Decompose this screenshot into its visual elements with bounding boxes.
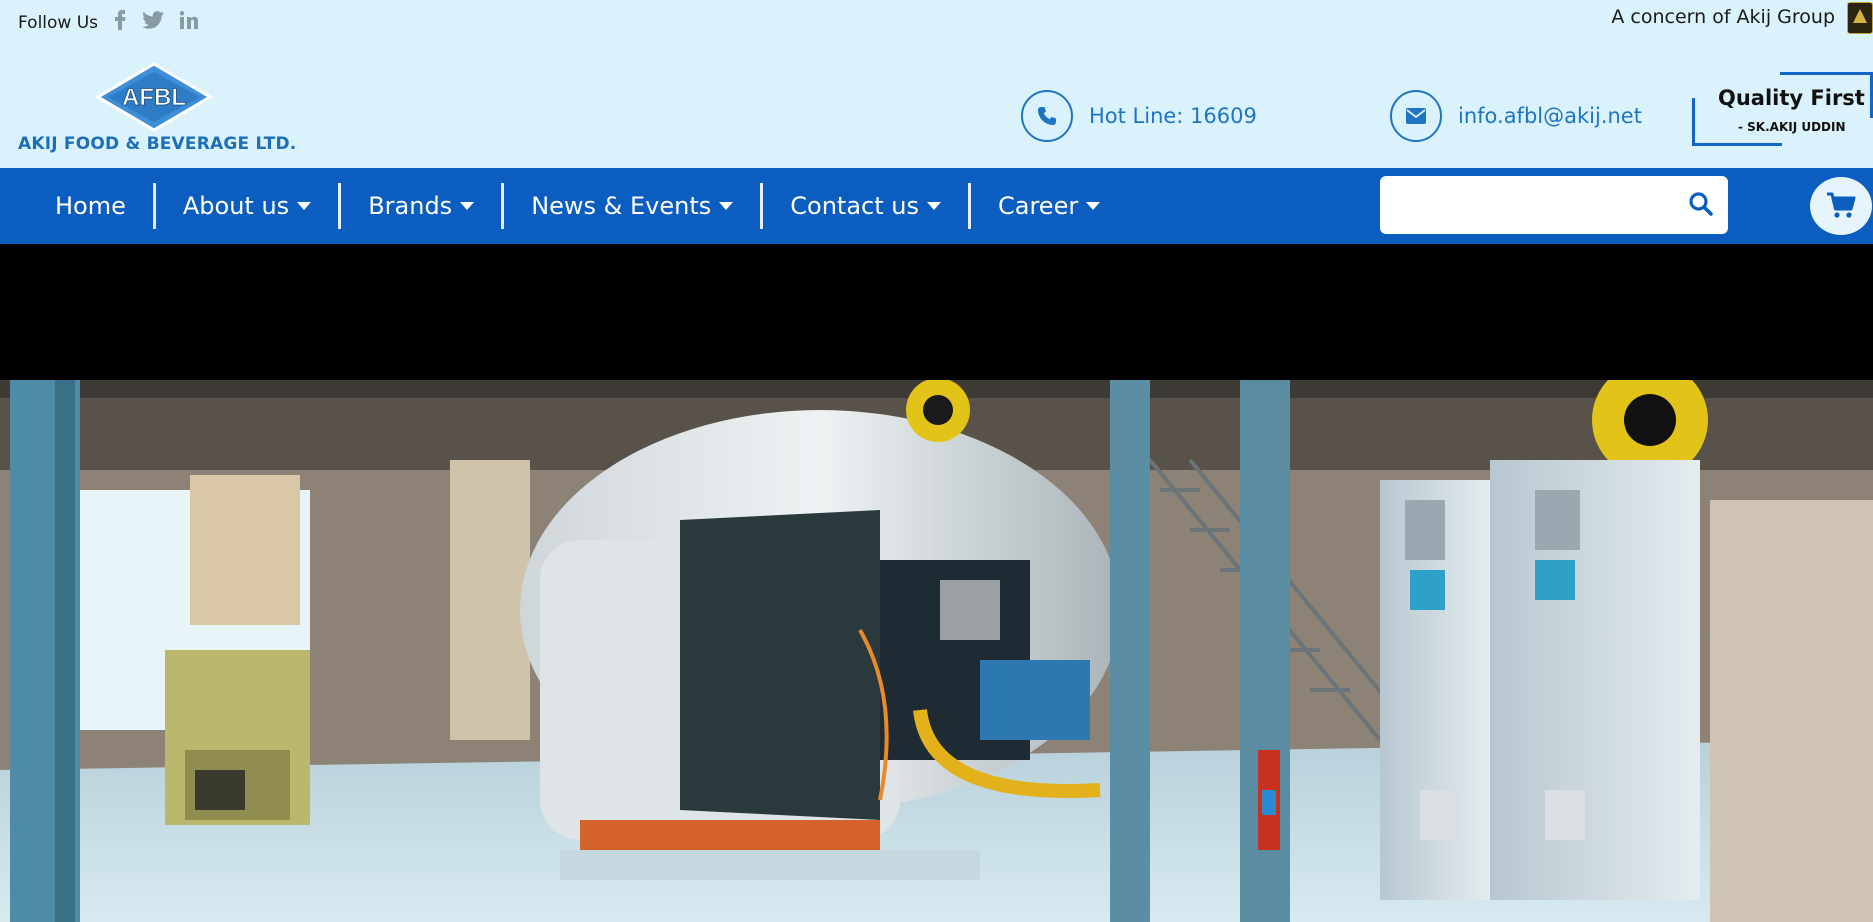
search-box — [1380, 176, 1728, 234]
akij-group-concern: A concern of Akij Group — [1611, 6, 1835, 28]
caret-down-icon — [927, 202, 941, 210]
linkedin-icon[interactable] — [179, 11, 199, 34]
nav-career-label: Career — [998, 192, 1079, 220]
hero-video-letterbox — [0, 244, 1873, 380]
twitter-icon[interactable] — [142, 11, 164, 34]
nav-about-us[interactable]: About us — [156, 168, 338, 244]
nav-brands[interactable]: Brands — [341, 168, 501, 244]
quality-first-quote: Quality First - SK.AKIJ UDDIN — [1690, 72, 1873, 150]
caret-down-icon — [460, 202, 475, 210]
follow-us: Follow Us — [18, 10, 199, 35]
follow-us-label: Follow Us — [18, 12, 99, 33]
nav-menu: Home About us Brands News & Events Conta… — [0, 168, 1127, 244]
nav-brands-label: Brands — [368, 192, 453, 220]
nav-news-events[interactable]: News & Events — [504, 168, 760, 244]
search-icon[interactable] — [1688, 191, 1716, 219]
afbl-logo[interactable]: AFBL AKIJ FOOD & BEVERAGE LTD. — [18, 62, 296, 156]
caret-down-icon — [297, 202, 312, 210]
email-text: info.afbl@akij.net — [1458, 104, 1642, 128]
company-name: AKIJ FOOD & BEVERAGE LTD. — [18, 134, 297, 154]
nav-news-events-label: News & Events — [531, 192, 712, 220]
quote-title: Quality First — [1718, 86, 1865, 110]
quote-author: - SK.AKIJ UDDIN — [1738, 120, 1846, 134]
cart-icon[interactable] — [1810, 177, 1872, 235]
hero-video-factory-boiler — [0, 380, 1873, 922]
nav-home-label: Home — [55, 192, 126, 220]
nav-home[interactable]: Home — [0, 168, 153, 244]
top-info-bar: Follow Us A concern of Akij Group AFBL A… — [0, 0, 1873, 168]
afbl-logo-mark: AFBL — [95, 62, 213, 132]
nav-contact-us-label: Contact us — [790, 192, 919, 220]
akij-group-logo[interactable] — [1847, 2, 1873, 34]
nav-contact-us[interactable]: Contact us — [763, 168, 968, 244]
hotline-text: Hot Line: 16609 — [1089, 104, 1257, 128]
email-contact[interactable]: info.afbl@akij.net — [1390, 90, 1642, 142]
nav-career[interactable]: Career — [971, 168, 1127, 244]
phone-icon — [1021, 90, 1073, 142]
search-input[interactable] — [1380, 176, 1670, 234]
caret-down-icon — [719, 202, 734, 210]
hotline-contact[interactable]: Hot Line: 16609 — [1021, 90, 1257, 142]
caret-down-icon — [1086, 202, 1101, 210]
nav-about-us-label: About us — [182, 192, 290, 220]
svg-text:AFBL: AFBL — [122, 84, 186, 111]
facebook-icon[interactable] — [114, 10, 126, 35]
factory-scene-image — [0, 380, 1873, 922]
main-navbar: Home About us Brands News & Events Conta… — [0, 168, 1873, 244]
envelope-icon — [1390, 90, 1442, 142]
